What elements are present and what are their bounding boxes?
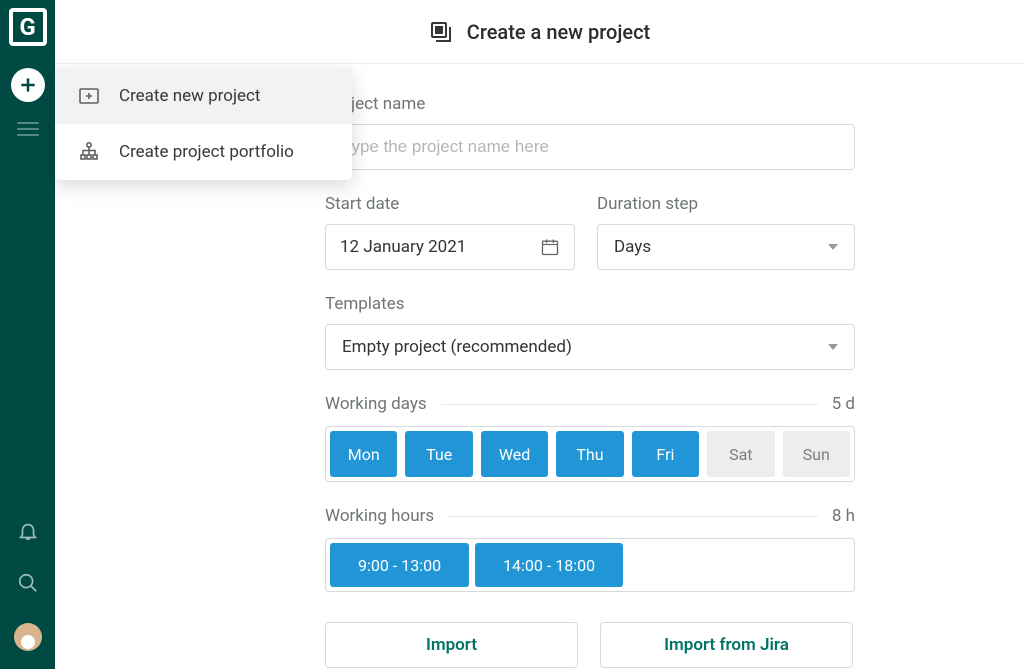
divider — [448, 516, 818, 517]
start-date-label: Start date — [325, 194, 575, 214]
day-toggle-wed[interactable]: Wed — [481, 431, 548, 477]
menu-item-create-project[interactable]: Create new project — [55, 68, 352, 124]
search-icon[interactable] — [16, 571, 40, 595]
day-toggle-fri[interactable]: Fri — [632, 431, 699, 477]
day-toggle-tue[interactable]: Tue — [405, 431, 472, 477]
create-project-icon — [429, 20, 453, 44]
hour-range-1[interactable]: 9:00 - 13:00 — [330, 543, 469, 587]
working-days-label: Working days — [325, 394, 427, 414]
templates-value: Empty project (recommended) — [342, 337, 572, 357]
plus-icon — [18, 75, 38, 95]
menu-item-label: Create new project — [119, 86, 261, 106]
new-project-icon — [77, 84, 101, 108]
project-name-label: Project name — [325, 94, 1024, 114]
app-logo: G — [9, 8, 47, 46]
menu-item-create-portfolio[interactable]: Create project portfolio — [55, 124, 352, 180]
start-date-value: 12 January 2021 — [340, 237, 466, 257]
divider — [441, 404, 818, 405]
chevron-down-icon — [828, 244, 838, 250]
import-button[interactable]: Import — [325, 622, 578, 668]
day-toggle-mon[interactable]: Mon — [330, 431, 397, 477]
duration-step-label: Duration step — [597, 194, 855, 214]
start-date-input[interactable]: 12 January 2021 — [325, 224, 575, 270]
working-hours-label: Working hours — [325, 506, 434, 526]
menu-icon[interactable] — [17, 122, 39, 136]
working-days-picker: Mon Tue Wed Thu Fri Sat Sun — [325, 426, 855, 482]
duration-step-value: Days — [614, 237, 651, 257]
day-toggle-sat[interactable]: Sat — [707, 431, 774, 477]
templates-label: Templates — [325, 294, 1024, 314]
hour-range-2[interactable]: 14:00 - 18:00 — [475, 543, 623, 587]
day-toggle-thu[interactable]: Thu — [556, 431, 623, 477]
import-from-jira-button[interactable]: Import from Jira — [600, 622, 853, 668]
avatar[interactable] — [14, 623, 42, 651]
create-button[interactable] — [11, 68, 45, 102]
portfolio-icon — [77, 140, 101, 164]
sidebar: G — [0, 0, 55, 669]
menu-item-label: Create project portfolio — [119, 142, 294, 162]
page-title: Create a new project — [467, 20, 650, 44]
working-days-summary: 5 d — [832, 394, 855, 414]
calendar-icon — [540, 237, 560, 257]
page-header: Create a new project — [55, 0, 1024, 64]
day-toggle-sun[interactable]: Sun — [783, 431, 850, 477]
duration-step-select[interactable]: Days — [597, 224, 855, 270]
project-name-input[interactable] — [325, 124, 855, 170]
templates-select[interactable]: Empty project (recommended) — [325, 324, 855, 370]
working-hours-picker: 9:00 - 13:00 14:00 - 18:00 — [325, 538, 855, 592]
notifications-icon[interactable] — [16, 519, 40, 543]
chevron-down-icon — [828, 344, 838, 350]
working-hours-summary: 8 h — [832, 506, 855, 526]
create-popup-menu: Create new project Create project portfo… — [55, 68, 352, 180]
